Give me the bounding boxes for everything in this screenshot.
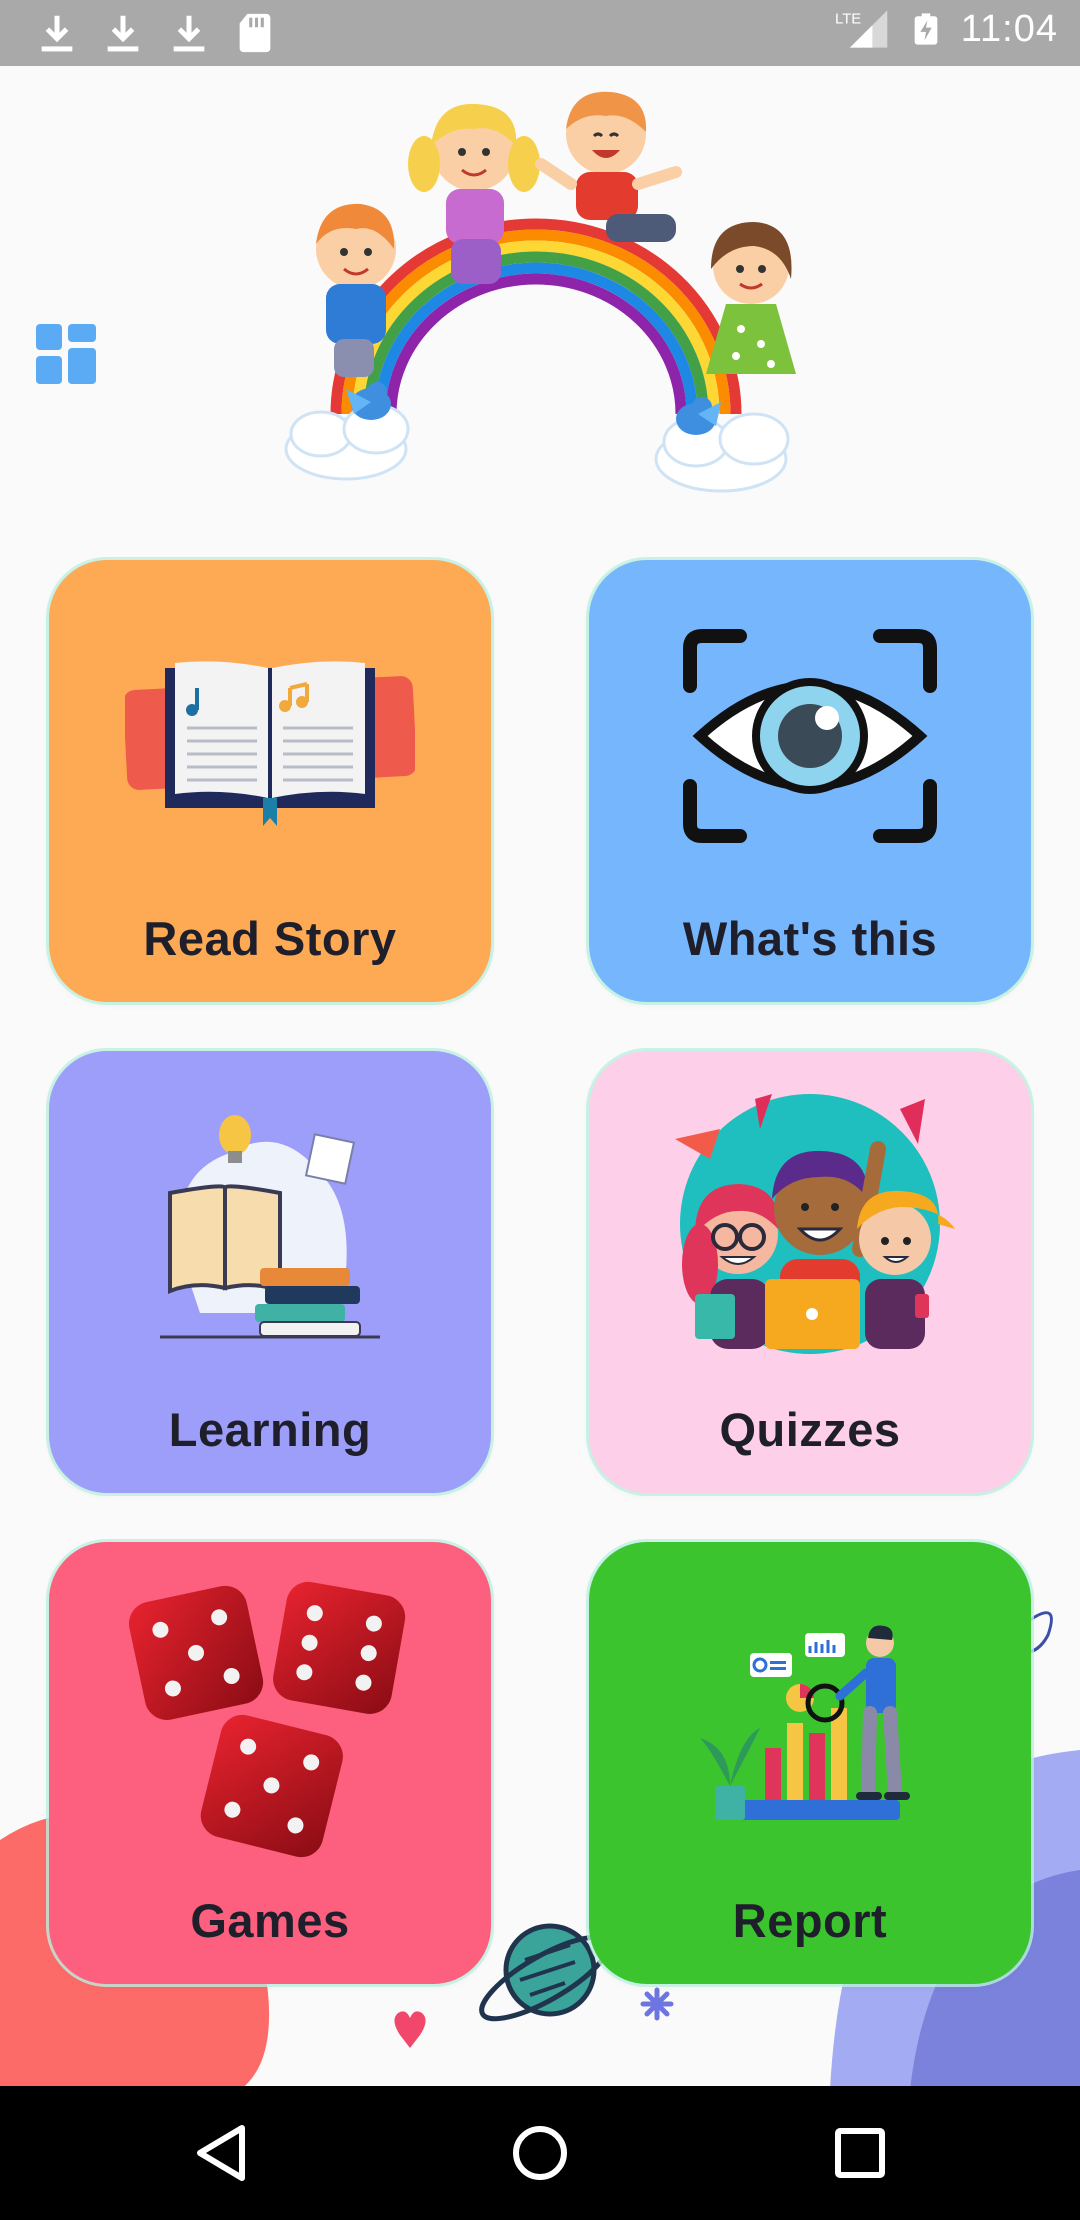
games-label: Games xyxy=(190,1894,350,1947)
analytics-chart-icon xyxy=(700,1625,910,1820)
learning-label: Learning xyxy=(168,1403,372,1456)
open-book-icon xyxy=(125,661,415,826)
happy-kids-icon xyxy=(675,1094,955,1354)
quizzes-tile[interactable]: Quizzes xyxy=(589,1051,1031,1493)
report-label: Report xyxy=(732,1894,888,1947)
report-tile[interactable]: Report xyxy=(589,1542,1031,1984)
whats-this-tile[interactable]: What's this xyxy=(589,560,1031,1002)
read-story-label: Read Story xyxy=(143,912,397,965)
home-circle-icon[interactable] xyxy=(503,2116,577,2190)
whats-this-label: What's this xyxy=(682,912,938,965)
learning-tile[interactable]: Learning xyxy=(49,1051,491,1493)
quizzes-label: Quizzes xyxy=(719,1403,901,1456)
feature-grid: Read Story What's this Learning Quizzes … xyxy=(0,0,1080,2086)
read-story-tile[interactable]: Read Story xyxy=(49,560,491,1002)
dice-icon xyxy=(128,1581,406,1858)
books-lightbulb-icon xyxy=(160,1115,380,1339)
back-triangle-icon[interactable] xyxy=(184,2116,258,2190)
navigation-bar xyxy=(0,2086,1080,2220)
eye-scan-icon xyxy=(683,629,937,843)
recent-apps-square-icon[interactable] xyxy=(823,2116,897,2190)
games-tile[interactable]: Games xyxy=(49,1542,491,1984)
